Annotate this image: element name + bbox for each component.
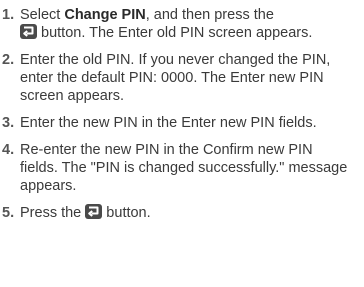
step-text-mid: , and then press the [145, 7, 274, 23]
step-number: 4. [2, 142, 15, 158]
enter-button-icon [20, 24, 37, 39]
step-5: 5. Press the button. [2, 204, 354, 222]
step-text-pre: Select [20, 7, 65, 23]
step-number: 2. [2, 52, 15, 68]
step-text: Enter the new PIN in the Enter new PIN f… [20, 115, 317, 131]
step-number: 1. [2, 7, 15, 23]
step-text: Re-enter the new PIN in the Confirm new … [20, 142, 348, 194]
step-2: 2. Enter the old PIN. If you never chang… [2, 51, 354, 105]
step-3: 3. Enter the new PIN in the Enter new PI… [2, 114, 354, 132]
step-1: 1. Select Change PIN, and then press the… [2, 6, 354, 42]
step-4: 4. Re-enter the new PIN in the Confirm n… [2, 141, 354, 195]
step-number: 3. [2, 115, 15, 131]
step-text-pre: Press the [20, 205, 86, 221]
step-text-post: button. The Enter old PIN screen appears… [37, 25, 313, 41]
step-text: Enter the old PIN. If you never changed … [20, 52, 331, 104]
step-text-bold: Change PIN [64, 7, 146, 23]
step-number: 5. [2, 205, 15, 221]
enter-button-icon [85, 204, 103, 219]
instruction-steps: 1. Select Change PIN, and then press the… [0, 0, 364, 222]
step-text-post: button. [102, 205, 151, 221]
